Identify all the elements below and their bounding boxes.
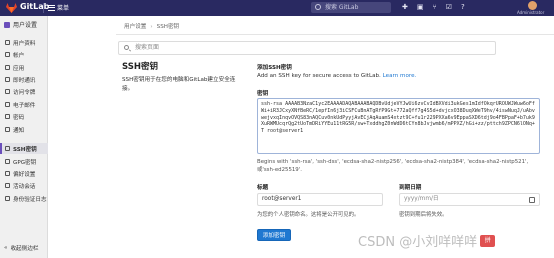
top-navbar: GitLab 菜单 搜索 GitLab ✚ ▣ ⑂ ☑ ? Administra… xyxy=(0,0,554,16)
sidebar-item-label: 偏好设置 xyxy=(13,171,36,178)
expires-label: 到期日期 xyxy=(399,185,422,191)
sidebar-title-label: 用户设置 xyxy=(13,22,38,29)
sidebar-item-password[interactable]: 密码 xyxy=(0,111,48,122)
settings-avatar-icon xyxy=(4,21,10,28)
token-icon xyxy=(5,89,10,94)
calendar-icon[interactable] xyxy=(529,197,535,203)
sidebar-item-gpg-keys[interactable]: GPG密钥 xyxy=(0,156,48,167)
sidebar-title[interactable]: 用户设置 xyxy=(4,20,37,29)
title-label: 标题 xyxy=(257,185,269,191)
expires-date-input[interactable]: yyyy/mm/日 xyxy=(399,193,540,206)
form-heading: 添加SSH密钥 xyxy=(257,65,292,71)
todos-icon[interactable]: ☑ xyxy=(446,3,452,11)
preferences-icon xyxy=(5,171,10,176)
search-icon xyxy=(124,45,129,50)
sidebar-item-label: 访问令牌 xyxy=(13,89,36,96)
bell-icon xyxy=(5,127,10,132)
log-icon xyxy=(5,196,10,201)
sidebar-item-label: 电子邮件 xyxy=(13,102,36,109)
sidebar-item-label: 密码 xyxy=(13,114,25,121)
gitlab-brand[interactable]: GitLab xyxy=(20,2,49,11)
sidebar-item-active-sessions[interactable]: 活动会话 xyxy=(0,180,48,191)
page-description: SSH密钥用于在您的电脑和GitLab建立安全连接。 xyxy=(122,77,236,92)
key-textarea[interactable]: ssh-rsa AAAAB3NzaC1yc2EAAAADAQABAAABAQDB… xyxy=(257,98,540,154)
breadcrumb-item-settings[interactable]: 用户设置 xyxy=(124,24,146,30)
lock-icon xyxy=(5,114,10,119)
gitlab-logo-icon[interactable] xyxy=(6,3,17,13)
global-search-placeholder: 搜索 GitLab xyxy=(325,4,359,11)
sidebar-item-ssh-keys[interactable]: SSH密钥 xyxy=(0,143,48,154)
sidebar-item-preferences[interactable]: 偏好设置 xyxy=(0,168,48,179)
menu-label: 菜单 xyxy=(57,5,70,12)
title-help-text: 为您的个人密钥命名。这将是公开可见的。 xyxy=(257,212,360,218)
settings-search-input[interactable]: 搜索页面 xyxy=(118,41,496,55)
add-key-button[interactable]: 添加密钥 xyxy=(257,229,291,241)
sidebar-item-emails[interactable]: 电子邮件 xyxy=(0,99,48,110)
sidebar-item-label: 即时通讯 xyxy=(13,77,36,84)
sidebar-item-label: SSH密钥 xyxy=(13,146,37,153)
global-search-input[interactable]: 搜索 GitLab xyxy=(311,2,391,13)
gpg-key-icon xyxy=(5,159,10,164)
page-title: SSH密钥 xyxy=(122,62,158,72)
double-chevron-left-icon: « xyxy=(4,245,8,251)
expires-help-text: 密钥到期后将失效。 xyxy=(399,212,448,218)
watermark: CSDN @小刘咩咩咩 拼 xyxy=(358,231,496,250)
breadcrumb-item-ssh-keys[interactable]: SSH密钥 xyxy=(157,24,180,30)
sidebar-item-label: 帐户 xyxy=(13,52,25,59)
breadcrumb-divider xyxy=(116,34,554,35)
breadcrumb: 用户设置 › SSH密钥 xyxy=(124,22,179,30)
email-icon xyxy=(5,102,10,107)
form-subheading: Add an SSH key for secure access to GitL… xyxy=(257,73,416,79)
settings-search-placeholder: 搜索页面 xyxy=(135,44,160,51)
collapse-sidebar-label: 收起侧边栏 xyxy=(10,246,39,252)
sidebar: 用户设置 用户资料 帐户 应用 即时通讯 访问令牌 电子邮件 密码 通知 SSH… xyxy=(0,16,48,258)
sidebar-item-label: 应用 xyxy=(13,65,25,72)
account-icon xyxy=(5,52,10,57)
username: Administrator xyxy=(517,10,545,15)
sidebar-item-access-tokens[interactable]: 访问令牌 xyxy=(0,86,48,97)
sessions-icon xyxy=(5,183,10,188)
sidebar-item-label: 用户资料 xyxy=(13,40,36,47)
sidebar-item-chat[interactable]: 即时通讯 xyxy=(0,74,48,85)
key-icon xyxy=(5,146,10,151)
learn-more-link[interactable]: Learn more. xyxy=(383,73,417,79)
sidebar-item-label: 身份验证日志 xyxy=(13,196,47,203)
new-icon[interactable]: ✚ xyxy=(402,3,408,11)
title-input[interactable]: root@server1 xyxy=(257,193,383,206)
avatar[interactable] xyxy=(528,1,537,10)
merge-requests-icon[interactable]: ⑂ xyxy=(433,3,437,11)
sidebar-item-label: 活动会话 xyxy=(13,183,36,190)
sidebar-item-notifications[interactable]: 通知 xyxy=(0,124,48,135)
search-icon xyxy=(315,4,321,10)
watermark-text: CSDN @小刘咩咩咩 xyxy=(358,235,478,250)
collapse-sidebar-button[interactable]: « 收起侧边栏 xyxy=(4,244,38,252)
menu-button[interactable]: 菜单 xyxy=(48,3,69,12)
key-help-text: Begins with 'ssh-rsa', 'ssh-dss', 'ecdsa… xyxy=(257,159,529,173)
issues-icon[interactable]: ▣ xyxy=(417,3,424,11)
chat-icon xyxy=(5,77,10,82)
key-label: 密钥 xyxy=(257,91,269,97)
user-icon xyxy=(5,40,10,45)
sidebar-item-label: 通知 xyxy=(13,127,25,134)
navbar-icons: ✚ ▣ ⑂ ☑ ? xyxy=(402,3,465,11)
form-subheading-text: Add an SSH key for secure access to GitL… xyxy=(257,73,381,79)
help-icon[interactable]: ? xyxy=(461,3,465,11)
expires-placeholder: yyyy/mm/日 xyxy=(404,196,439,202)
sidebar-item-applications[interactable]: 应用 xyxy=(0,62,48,73)
pinduoduo-badge-icon: 拼 xyxy=(480,234,496,247)
breadcrumb-separator-icon: › xyxy=(150,24,153,30)
sidebar-item-profile[interactable]: 用户资料 xyxy=(0,37,48,48)
sidebar-item-label: GPG密钥 xyxy=(13,159,37,166)
sidebar-item-account[interactable]: 帐户 xyxy=(0,49,48,60)
navbar-divider xyxy=(43,3,44,13)
applications-icon xyxy=(5,65,10,70)
hamburger-icon xyxy=(48,4,55,11)
sidebar-item-auth-log[interactable]: 身份验证日志 xyxy=(0,193,48,204)
